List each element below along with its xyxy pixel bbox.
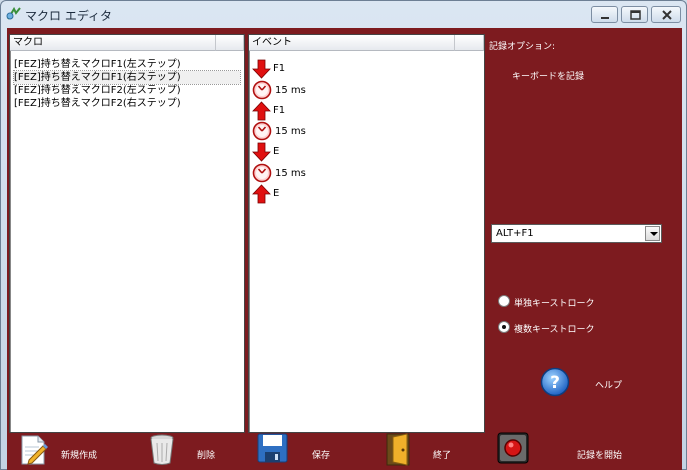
arrow-up-icon bbox=[252, 184, 271, 204]
macro-list-item[interactable]: [FEZ]持ち替えマクロF2(右ステップ) bbox=[14, 97, 240, 110]
radio-multiple-keystroke[interactable]: 複数キーストローク bbox=[498, 321, 618, 335]
arrow-down-icon bbox=[252, 59, 271, 79]
help-label: ヘルプ bbox=[595, 381, 623, 391]
exit-button[interactable]: 終了 bbox=[385, 432, 465, 470]
chevron-down-icon[interactable] bbox=[645, 226, 660, 241]
maximize-icon bbox=[630, 10, 641, 20]
event-item-key-down[interactable]: F1 bbox=[251, 58, 451, 79]
new-macro-button[interactable]: 新規作成 bbox=[19, 432, 119, 470]
help-icon[interactable]: ? bbox=[540, 367, 570, 397]
event-item-label: E bbox=[273, 146, 280, 158]
event-item-label: 15 ms bbox=[275, 126, 306, 138]
macro-list: [FEZ]持ち替えマクロF1(左ステップ) [FEZ]持ち替えマクロF1(右ステ… bbox=[13, 58, 241, 110]
event-list: F1 15 ms F1 15 ms E 15 ms E bbox=[251, 58, 451, 204]
start-recording-label: 記録を開始 bbox=[577, 451, 623, 461]
trash-icon bbox=[150, 434, 174, 465]
exit-door-icon bbox=[386, 433, 410, 466]
radio-single-keystroke[interactable]: 単独キーストローク bbox=[498, 295, 618, 309]
event-item-key-up[interactable]: E bbox=[251, 183, 451, 204]
macro-list-panel[interactable]: マクロ [FEZ]持ち替えマクロF1(左ステップ) [FEZ]持ち替えマクロF1… bbox=[9, 34, 245, 433]
exit-label: 終了 bbox=[433, 451, 452, 461]
arrow-down-icon bbox=[252, 142, 271, 162]
new-document-icon bbox=[21, 435, 48, 465]
clock-icon bbox=[252, 80, 272, 100]
event-item-wait[interactable]: 15 ms bbox=[251, 162, 451, 183]
radio-multiple-label: 複数キーストローク bbox=[514, 325, 595, 335]
close-button[interactable] bbox=[651, 6, 681, 23]
macro-list-item-selected[interactable]: [FEZ]持ち替えマクロF1(右ステップ) bbox=[13, 70, 241, 85]
event-column-header[interactable]: イベント bbox=[249, 35, 455, 51]
macro-app-icon bbox=[6, 7, 21, 20]
hotkey-select[interactable]: ALT+F1 bbox=[491, 224, 662, 243]
macro-list-item[interactable]: [FEZ]持ち替えマクロF1(左ステップ) bbox=[14, 58, 240, 71]
record-keyboard-label: キーボードを記録 bbox=[512, 72, 585, 82]
macro-column-header[interactable]: マクロ bbox=[10, 35, 216, 51]
start-recording-button[interactable]: 記録を開始 bbox=[497, 432, 657, 470]
event-item-wait[interactable]: 15 ms bbox=[251, 120, 451, 141]
minimize-button[interactable] bbox=[591, 6, 618, 23]
macro-column-header-extra[interactable] bbox=[216, 35, 244, 51]
radio-single-dot[interactable] bbox=[498, 295, 510, 307]
close-icon bbox=[662, 10, 672, 20]
event-item-wait[interactable]: 15 ms bbox=[251, 79, 451, 100]
svg-text:?: ? bbox=[550, 373, 560, 393]
hotkey-select-value: ALT+F1 bbox=[496, 228, 534, 239]
delete-macro-label: 削除 bbox=[197, 451, 216, 461]
new-macro-label: 新規作成 bbox=[61, 451, 98, 461]
title-bar[interactable]: マクロ エディタ bbox=[1, 1, 686, 28]
event-list-panel[interactable]: イベント F1 15 ms F1 15 ms E 15 ms E bbox=[248, 34, 485, 433]
event-item-label: 15 ms bbox=[275, 167, 306, 179]
macro-editor-window: マクロ エディタ マクロ [FEZ]持ち替えマクロF1(左ステップ) [FEZ]… bbox=[0, 0, 687, 470]
macro-list-item[interactable]: [FEZ]持ち替えマクロF2(左ステップ) bbox=[14, 84, 240, 97]
delete-macro-button[interactable]: 削除 bbox=[147, 432, 227, 470]
editor-client-area: マクロ [FEZ]持ち替えマクロF1(左ステップ) [FEZ]持ち替えマクロF1… bbox=[7, 28, 682, 470]
radio-multiple-dot[interactable] bbox=[498, 321, 510, 333]
event-item-label: E bbox=[273, 187, 280, 199]
window-title: マクロ エディタ bbox=[25, 9, 112, 23]
clock-icon bbox=[252, 122, 272, 141]
record-options-title: 記録オプション: bbox=[489, 42, 556, 52]
save-disk-icon bbox=[257, 433, 288, 463]
event-item-key-down[interactable]: E bbox=[251, 141, 451, 162]
minimize-icon bbox=[601, 17, 609, 19]
event-item-label: F1 bbox=[273, 63, 286, 74]
radio-single-label: 単独キーストローク bbox=[514, 299, 595, 309]
maximize-button[interactable] bbox=[621, 6, 648, 23]
event-item-key-up[interactable]: F1 bbox=[251, 100, 451, 121]
event-item-label: 15 ms bbox=[275, 84, 306, 96]
event-item-label: F1 bbox=[273, 104, 286, 116]
clock-icon bbox=[252, 163, 272, 183]
event-column-header-extra[interactable] bbox=[455, 35, 484, 51]
save-macro-button[interactable]: 保存 bbox=[257, 432, 347, 470]
arrow-up-icon bbox=[252, 101, 271, 120]
save-macro-label: 保存 bbox=[312, 451, 331, 461]
record-icon bbox=[497, 432, 529, 464]
